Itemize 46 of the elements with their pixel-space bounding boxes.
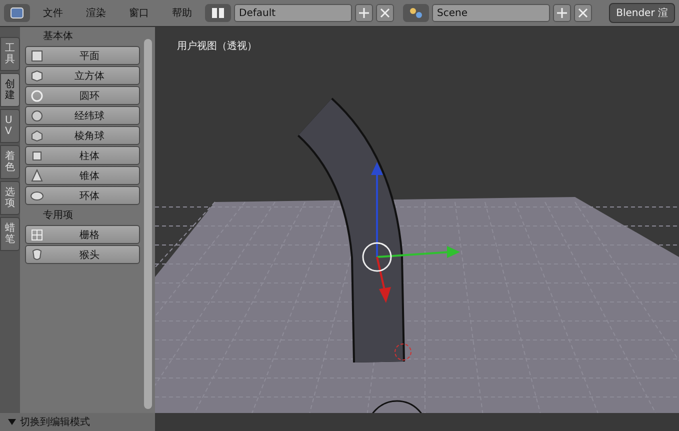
menu-item[interactable]: 帮助 [162,6,202,20]
add-object-button[interactable]: 猴头 [25,245,140,264]
menu-item[interactable]: 窗口 [119,6,159,20]
add-object-button[interactable]: 棱角球 [25,126,140,145]
menu-item[interactable]: 渲染 [76,6,116,20]
add-object-button[interactable]: 经纬球 [25,106,140,125]
add-object-button[interactable]: 平面 [25,46,140,65]
operator-panel-header[interactable]: 切换到编辑模式 [0,413,155,431]
plane-icon [30,48,44,62]
tool-tab[interactable]: 蜡笔 [0,217,20,251]
add-icon[interactable] [553,4,571,22]
add-object-button[interactable]: 圆环 [25,86,140,105]
add-object-button[interactable]: 柱体 [25,146,140,165]
grid-icon [30,228,44,242]
add-icon[interactable] [355,4,373,22]
cone-icon [30,168,44,182]
scrollbar[interactable] [144,39,152,409]
operator-title: 切换到编辑模式 [20,416,90,429]
add-object-button[interactable]: 栅格 [25,225,140,244]
icosphere-icon [30,128,44,142]
render-engine-dropdown[interactable]: Blender 渲 [609,3,675,23]
layout-field[interactable]: Default [234,4,352,22]
layout-icon[interactable] [205,4,231,22]
add-object-button[interactable]: 环体 [25,186,140,205]
cube-icon [30,68,44,82]
add-object-button[interactable]: 锥体 [25,166,140,185]
add-object-button[interactable]: 立方体 [25,66,140,85]
tool-tab[interactable]: 工具 [0,37,20,71]
tool-tab[interactable]: 创建 [0,73,20,107]
scene-icon[interactable] [403,4,429,22]
close-icon[interactable] [376,4,394,22]
monkey-icon [30,248,44,262]
close-icon[interactable] [574,4,592,22]
tool-tab[interactable]: 着色 [0,145,20,179]
tool-tab[interactable]: UV [0,109,20,143]
viewport-label: 用户视图（透视） [177,40,257,53]
torus-icon [30,188,44,202]
section-title: 专用项 [42,208,74,223]
menu-item[interactable]: 文件 [33,6,73,20]
circle-icon [30,88,44,102]
cylinder-icon [30,148,44,162]
editor-type-icon[interactable] [4,4,30,22]
uvsphere-icon [30,108,44,122]
section-title: 基本体 [42,30,74,44]
scene-field[interactable]: Scene [432,4,550,22]
tool-tab[interactable]: 选项 [0,181,20,215]
